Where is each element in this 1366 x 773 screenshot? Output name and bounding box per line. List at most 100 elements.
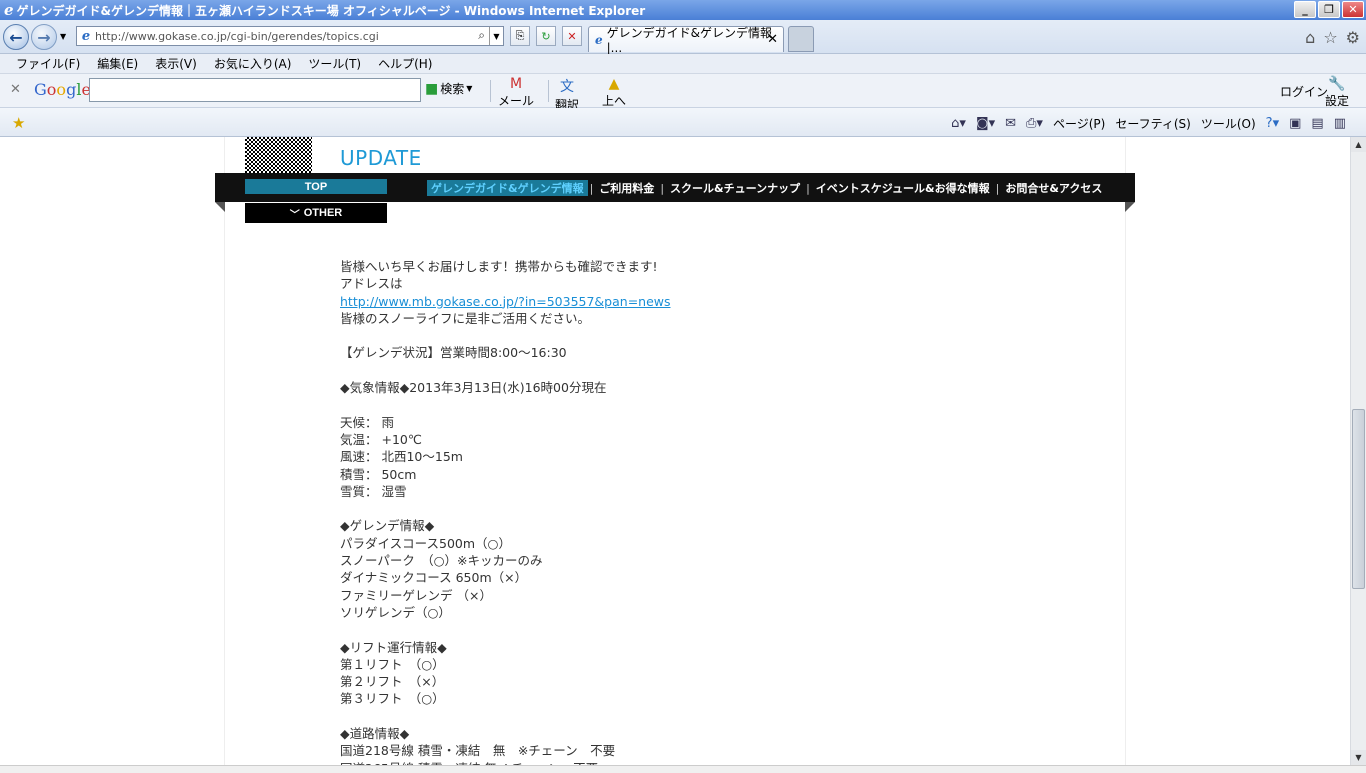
login-link[interactable]: ログイン [1280,83,1328,100]
nav-contact[interactable]: お問合せ&アクセス [1001,180,1106,196]
google-search-button[interactable]: ■ 検索 ▼ [425,80,472,97]
vertical-scrollbar[interactable]: ▲ ▼ [1350,137,1366,765]
rss-feed-icon[interactable]: ◙▾ [976,116,995,131]
window-title: ゲレンデガイド&ゲレンデ情報｜五ヶ瀬ハイランドスキー場 オフィシャルページ - … [16,3,646,18]
menu-file[interactable]: ファイル(F) [16,55,80,72]
article-line: 天候： 雨 [340,414,394,430]
safety-menu[interactable]: セーフティ(S) [1115,115,1191,132]
mail-icon[interactable]: ✉ [1005,116,1016,131]
nav-school[interactable]: スクール&チューンナップ [666,180,804,196]
tab-page-icon: e [595,32,603,47]
nav-price[interactable]: ご利用料金 [595,180,658,196]
menu-favorites[interactable]: お気に入り(A) [214,55,292,72]
settings-button[interactable]: 🔧 設定 [1325,76,1349,109]
home-menu-icon[interactable]: ⌂▾ [951,116,966,131]
toolbar-close-icon[interactable]: ✕ [10,82,21,97]
address-row: ← → ▼ e ⌕ ▼ ⎘ ↻ ✕ e ゲレンデガイド&ゲレンデ情報 |... … [0,20,1366,55]
tab-close-icon[interactable]: ✕ [767,32,778,47]
command-bar: ★ ⌂▾ ◙▾ ✉ ⎙▾ ページ(P) セーフティ(S) ツール(O) ?▾ ▣… [0,108,1366,137]
checker-pattern [245,137,312,173]
google-toolbar: ✕ Google ■ 検索 ▼ M メール 文 翻訳 ▲ 上へ ログイン 🔧 設… [0,74,1366,112]
article-line: 皆様へいち早くお届けします！携帯からも確認できます! [340,259,658,274]
favorites-star-icon[interactable]: ☆ [1323,28,1337,47]
article-line: ◆気象情報◆2013年3月13日(水)16時00分現在 [340,380,607,396]
menu-tools[interactable]: ツール(T) [308,55,361,72]
wrench-icon: 🔧 [1328,76,1346,92]
compatibility-view-button[interactable]: ⎘ [510,26,530,46]
google-search-input[interactable] [89,78,421,102]
page-menu[interactable]: ページ(P) [1053,115,1105,132]
menu-edit[interactable]: 編集(E) [97,55,138,72]
menu-view[interactable]: 表示(V) [155,55,197,72]
new-tab-button[interactable] [788,26,814,52]
stop-button[interactable]: ✕ [562,26,582,46]
address-input[interactable] [95,29,483,43]
forward-button[interactable]: → [31,24,57,50]
mail-label: メール [498,94,535,108]
article-line: パラダイスコース500m（○） [340,535,511,551]
nav-other-label: OTHER [303,207,343,219]
nav-other-button[interactable]: ﹀ OTHER [245,203,387,223]
refresh-button[interactable]: ↻ [536,26,556,46]
browser-tab[interactable]: e ゲレンデガイド&ゲレンデ情報 |... ✕ [588,26,784,55]
status-bar [0,765,1366,773]
article-line: 積雪： 50cm [340,466,417,482]
gear-icon[interactable]: ⚙ [1346,28,1360,47]
article-line: 風速： 北西10～15m [340,449,463,465]
article-line: 気温： +10℃ [340,431,422,447]
nav-event[interactable]: イベントスケジュール&お得な情報 [812,180,994,196]
article-line [340,708,1040,725]
page-heading: UPDATE [340,146,422,170]
restore-button[interactable]: ❐ [1318,1,1340,18]
gmail-icon: M [509,76,523,92]
search-label: 検索 [440,82,465,96]
nav-gerende-guide[interactable]: ゲレンデガイド&ゲレンデ情報 [427,180,588,196]
minimize-button[interactable]: _ [1294,1,1316,18]
search-icon[interactable]: ⌕ [478,28,485,43]
close-window-button[interactable]: ✕ [1342,1,1364,18]
scroll-up-arrow[interactable]: ▲ [1351,137,1366,152]
address-dropdown-icon[interactable]: ▼ [489,27,503,45]
article-line: 【ゲレンデ状況】営業時間8:00～16:30 [340,345,567,361]
up-button[interactable]: ▲ 上へ [602,76,626,109]
tools-menu[interactable]: ツール(O) [1201,115,1256,132]
article-line [340,327,1040,344]
help-icon[interactable]: ?▾ [1266,116,1279,131]
site-nav-bar: TOP ゲレンデガイド&ゲレンデ情報 | ご利用料金 | スクール&チューンナッ… [215,173,1135,212]
article-line: 第２リフト （×） [340,674,445,690]
back-button[interactable]: ← [3,24,29,50]
article-line: 第３リフト （○） [340,691,445,707]
article-line [340,621,1040,638]
article-body: 皆様へいち早くお届けします！携帯からも確認できます! アドレスは http://ww… [340,258,1040,765]
mobile-site-link[interactable]: http://www.mb.gokase.co.jp/?in=503557&pa… [340,293,1040,310]
extension-icon-3[interactable]: ▥ [1334,116,1346,131]
article-line: 第１リフト （○） [340,656,445,672]
print-icon[interactable]: ⎙▾ [1026,116,1043,131]
favorites-add-icon[interactable]: ★ [12,114,25,132]
home-icon[interactable]: ⌂ [1305,28,1315,47]
extension-icon-2[interactable]: ▤ [1311,116,1323,131]
article-line [340,500,1040,517]
tab-title: ゲレンデガイド&ゲレンデ情報 |... [606,26,772,55]
scroll-down-arrow[interactable]: ▼ [1351,750,1366,765]
article-line [340,362,1040,379]
menu-bar: ファイル(F) 編集(E) 表示(V) お気に入り(A) ツール(T) ヘルプ(… [0,54,1366,74]
extension-icon-1[interactable]: ▣ [1289,116,1301,131]
article-line [340,396,1040,413]
article-line: ◆ゲレンデ情報◆ [340,518,435,534]
article-line: ◆道路情報◆ [340,726,410,742]
article-line: ソリゲレンデ（○） [340,604,451,620]
history-dropdown-icon[interactable]: ▼ [60,32,66,41]
window-titlebar: e ゲレンデガイド&ゲレンデ情報｜五ヶ瀬ハイランドスキー場 オフィシャルページ … [0,0,1366,20]
nav-top-button[interactable]: TOP [245,179,387,194]
scroll-thumb[interactable] [1352,409,1365,589]
translate-icon: 文 [560,79,574,95]
menu-help[interactable]: ヘルプ(H) [378,55,432,72]
chevron-down-icon: ﹀ [289,209,300,221]
address-bar[interactable]: e ⌕ ▼ [76,26,504,46]
gmail-button[interactable]: M メール [498,76,534,109]
page-viewport: UPDATE TOP ゲレンデガイド&ゲレンデ情報 | ご利用料金 | スクール… [0,137,1350,765]
article-line: アドレスは [340,276,403,292]
article-line: 雪質： 湿雪 [340,483,407,499]
google-g-icon: ■ [425,80,439,97]
